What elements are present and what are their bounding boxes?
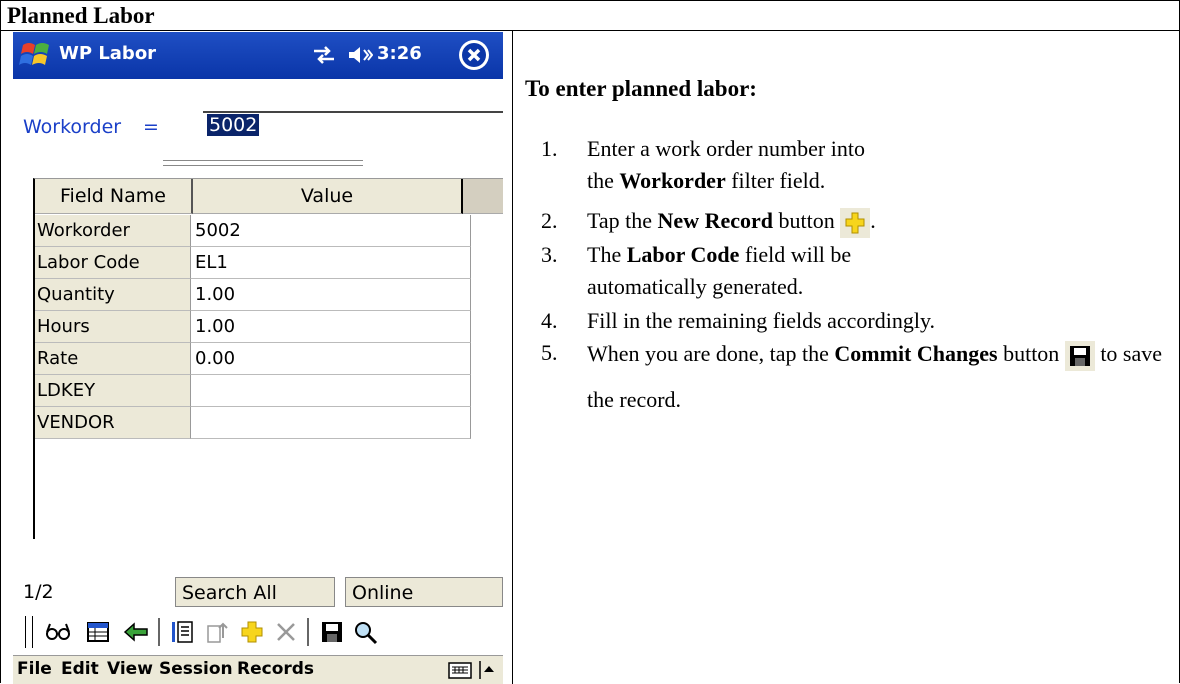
field-value-cell[interactable]: [191, 407, 471, 439]
table-row[interactable]: Workorder 5002: [35, 215, 475, 247]
filter-divider: [163, 160, 363, 161]
field-name-cell: Rate: [35, 343, 191, 375]
filter-divider: [163, 165, 363, 166]
step-number: 5.: [541, 340, 558, 365]
save-icon: [1064, 340, 1095, 371]
toolbar-separator: [307, 618, 309, 646]
document-table: Planned Labor WP Labor 3:26 Workorder = …: [0, 0, 1180, 684]
field-name-cell: Hours: [35, 311, 191, 343]
step-text-part: When you are done, tap the: [587, 341, 835, 366]
toolbar-separator: [158, 618, 160, 646]
field-value-cell[interactable]: [191, 375, 471, 407]
close-button[interactable]: [459, 40, 489, 70]
record-grid: Field Name Value Workorder 5002 Labor Co…: [33, 178, 503, 539]
column-header-blank: [463, 179, 503, 214]
table-row[interactable]: LDKEY: [35, 375, 475, 407]
step-text-bold: Commit Changes: [834, 341, 998, 366]
field-value-cell[interactable]: 1.00: [191, 311, 471, 343]
view-icon[interactable]: [43, 618, 73, 646]
step-text-part: Fill in the remaining fields accordingly…: [587, 308, 936, 333]
step-text-part: The: [587, 242, 627, 267]
step-text: When you are done, tap the Commit Change…: [587, 331, 1167, 423]
table-row[interactable]: VENDOR: [35, 407, 475, 439]
toolbar-grip[interactable]: [25, 616, 33, 648]
workorder-filter-value[interactable]: 5002: [207, 114, 260, 136]
new-record-icon: [840, 207, 871, 238]
save-icon[interactable]: [317, 618, 347, 646]
step-text-part: button: [1003, 341, 1060, 366]
section-title: Planned Labor: [7, 3, 155, 28]
field-name-cell: Workorder: [35, 215, 191, 247]
menu-view[interactable]: View: [107, 659, 153, 679]
search-scope-field[interactable]: Search All: [175, 577, 335, 607]
windows-start-icon[interactable]: [19, 39, 53, 71]
back-arrow-icon[interactable]: [121, 618, 151, 646]
step-text-part: filter field.: [725, 168, 826, 193]
table-row[interactable]: Hours 1.00: [35, 311, 475, 343]
step-number: 3.: [541, 242, 558, 267]
step-text: Tap the New Record button .: [587, 205, 1177, 238]
volume-icon[interactable]: [347, 44, 373, 66]
column-divider: [512, 31, 513, 684]
toolbar: [13, 612, 503, 652]
menu-edit[interactable]: Edit: [61, 659, 99, 679]
field-name-cell: Labor Code: [35, 247, 191, 279]
close-icon: [462, 43, 486, 67]
list-icon[interactable]: [168, 618, 198, 646]
section-title-row: Planned Labor: [1, 1, 1179, 31]
step-number: 1.: [541, 136, 558, 161]
table-row[interactable]: Labor Code EL1: [35, 247, 475, 279]
instructions-heading: To enter planned labor:: [525, 76, 757, 101]
table-row[interactable]: Quantity 1.00: [35, 279, 475, 311]
step-text-part: button: [773, 208, 835, 233]
keyboard-icon[interactable]: [447, 659, 473, 681]
page-indicator: 1/2: [23, 581, 54, 603]
step-number: 2.: [541, 208, 558, 233]
grid-header: Field Name Value: [35, 179, 503, 215]
export-icon[interactable]: [203, 618, 233, 646]
connectivity-icon[interactable]: [311, 44, 337, 66]
field-name-cell: Quantity: [35, 279, 191, 311]
status-bar: 1/2 Search All Online: [13, 577, 503, 611]
filter-operator: =: [143, 116, 159, 138]
step-text-bold: New Record: [657, 208, 774, 233]
step-text: The Labor Code field will be automatical…: [587, 239, 877, 303]
search-icon[interactable]: [351, 618, 381, 646]
filter-label: Workorder: [23, 116, 122, 138]
clock[interactable]: 3:26: [377, 43, 422, 64]
menu-bar: File Edit View Session Records: [13, 655, 503, 684]
step-text-bold: Workorder: [619, 168, 726, 193]
field-value-cell[interactable]: 5002: [191, 215, 471, 247]
field-value-cell[interactable]: 1.00: [191, 279, 471, 311]
step-text-part: Tap the: [587, 208, 658, 233]
column-header-field-name[interactable]: Field Name: [35, 179, 193, 214]
input-panel-arrow-icon[interactable]: [479, 659, 495, 681]
step-number: 4.: [541, 308, 558, 333]
menu-records[interactable]: Records: [237, 659, 314, 679]
app-title: WP Labor: [59, 43, 157, 64]
table-row[interactable]: Rate 0.00: [35, 343, 475, 375]
pda-screenshot: WP Labor 3:26 Workorder = 5002 Field Nam…: [13, 32, 503, 684]
field-name-cell: LDKEY: [35, 375, 191, 407]
grid-icon[interactable]: [83, 618, 113, 646]
menu-session[interactable]: Session: [159, 659, 233, 679]
field-value-cell[interactable]: 0.00: [191, 343, 471, 375]
step-text-bold: Labor Code: [626, 242, 740, 267]
taskbar: WP Labor 3:26: [13, 32, 503, 79]
new-record-icon[interactable]: [237, 618, 267, 646]
column-header-value[interactable]: Value: [193, 179, 463, 214]
step-text: Enter a work order number into the Worko…: [587, 133, 887, 197]
menu-file[interactable]: File: [17, 659, 52, 679]
field-name-cell: VENDOR: [35, 407, 191, 439]
connection-status[interactable]: Online: [345, 577, 503, 607]
delete-icon[interactable]: [271, 618, 301, 646]
field-value-cell[interactable]: EL1: [191, 247, 471, 279]
